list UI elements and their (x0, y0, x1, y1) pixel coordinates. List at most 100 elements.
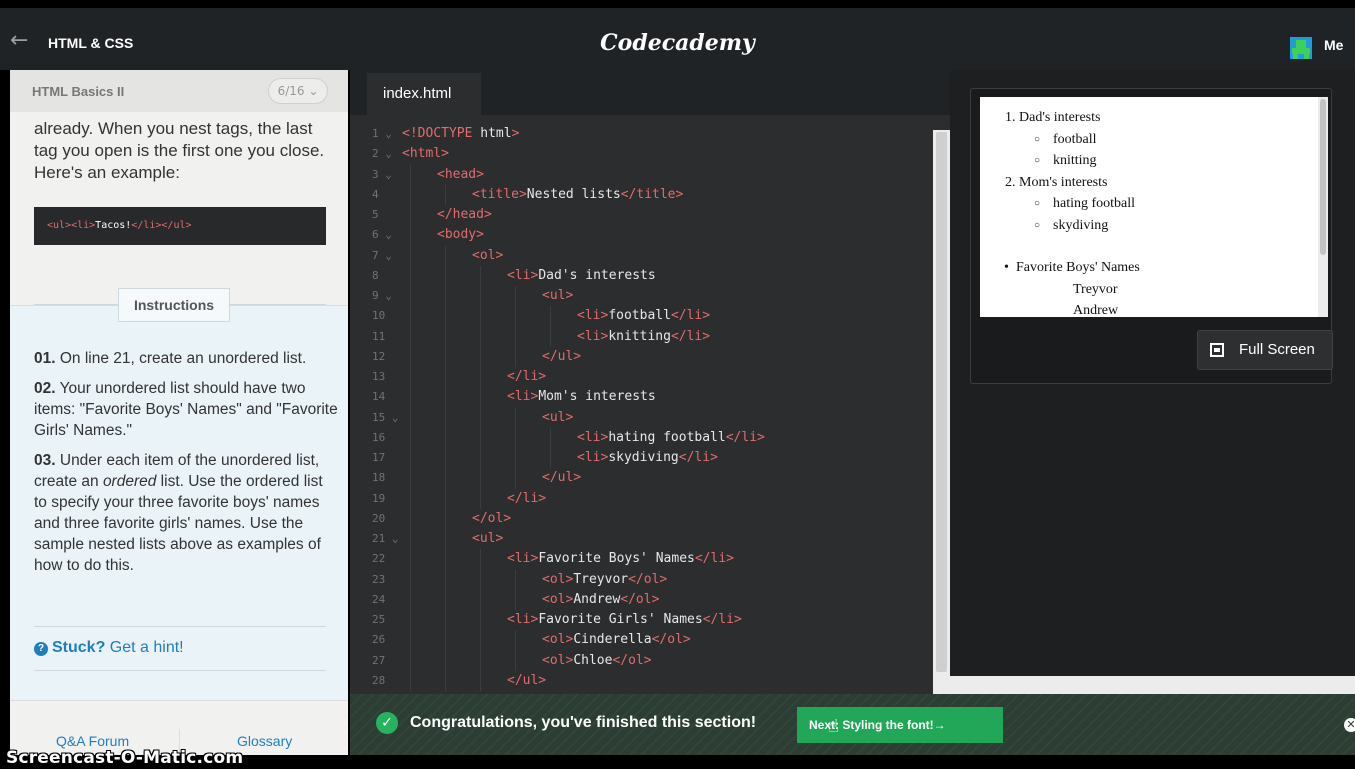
code-line[interactable]: 5 </head> (350, 205, 933, 226)
preview-bottom-strip (933, 676, 1355, 694)
close-icon[interactable]: ✕ (1344, 718, 1355, 732)
code-line[interactable]: 19 </li> (350, 488, 933, 509)
code-line[interactable]: 28 </ul> (350, 670, 933, 691)
code-line[interactable]: 2 ⌄ <html> (350, 144, 933, 164)
code-tag: <ol> (542, 632, 574, 648)
code-line[interactable]: 18 </ul> (350, 468, 933, 489)
step-1: 01. On line 21, create an unordered list… (34, 348, 339, 369)
code-line[interactable]: 7 ⌄ <ol> (350, 245, 933, 266)
step-1-number: 01. (34, 350, 56, 367)
code-line[interactable]: 27 <ol>Chloe</ol> (350, 650, 933, 671)
list-item: 2. Mom's interests (1005, 172, 1135, 194)
code-line[interactable]: 17 <li>skydiving</li> (350, 448, 933, 469)
indent-guide (480, 286, 481, 307)
code-tag: </ol> (612, 652, 652, 668)
step-3-emphasis: ordered (102, 473, 157, 490)
code-line[interactable]: 26 <ol>Cinderella</ol> (350, 630, 933, 651)
code-line[interactable]: 23 <ol>Treyvor</ol> (350, 569, 933, 590)
code-line[interactable]: 15 ⌄ <ul> (350, 407, 933, 428)
step-2: 02. Your unordered list should have two … (34, 378, 339, 441)
editor-scrollbar[interactable] (933, 130, 950, 694)
line-number: 7 ⌄ (372, 248, 392, 262)
indent-guide (515, 589, 516, 610)
code-content: football (608, 308, 671, 324)
indent-guide (410, 326, 411, 347)
code-content: Dad's interests (538, 267, 656, 283)
line-number: 18 (372, 471, 386, 485)
code-line[interactable]: 1 ⌄ <!DOCTYPE html> (350, 124, 933, 144)
code-text: <!DOCTYPE html> (402, 124, 519, 144)
list-text: skydiving (1053, 217, 1109, 233)
indent-guide (410, 508, 411, 529)
full-screen-button[interactable]: Full Screen (1197, 330, 1333, 370)
code-line[interactable]: 16 <li>hating football</li> (350, 427, 933, 448)
full-screen-label: Full Screen (1239, 341, 1315, 358)
glossary-link[interactable]: Glossary (237, 733, 292, 749)
qa-forum-link[interactable]: Q&A Forum (56, 733, 129, 749)
hint-divider-top (34, 626, 326, 627)
user-menu-label[interactable]: Me (1324, 37, 1343, 53)
indent-guide (410, 164, 411, 185)
code-content: skydiving (608, 450, 679, 465)
indent-guide (410, 225, 411, 246)
indent-guide (445, 265, 446, 286)
hint-link[interactable]: ? Stuck? Get a hint! (34, 639, 184, 657)
code-line[interactable]: 8 <li>Dad's interests (350, 265, 933, 286)
code-line[interactable]: 14 <li>Mom's interests (350, 387, 933, 408)
indent-guide (480, 306, 481, 327)
code-line[interactable]: 13 </li> (350, 367, 933, 388)
code-line[interactable]: 3 ⌄ <head> (350, 164, 933, 185)
indent-guide (445, 610, 446, 631)
list-text: Dad's interests (1019, 110, 1101, 125)
line-number: 14 (372, 390, 386, 404)
code-editor: index.html 1 ⌄ <!DOCTYPE html> 2 ⌄ <html> 3 … (350, 70, 950, 694)
codecademy-logo[interactable]: Codecademy (0, 30, 1355, 56)
code-text: <li>Favorite Girls' Names</li> (507, 610, 742, 630)
code-line[interactable]: 21 ⌄ <ul> (350, 529, 933, 550)
step-2-number: 02. (34, 380, 56, 397)
indent-guide (410, 205, 411, 226)
indent-guide (480, 265, 481, 286)
instructions-tab[interactable]: Instructions (118, 288, 230, 322)
code-line[interactable]: 4 <title>Nested lists</title> (350, 184, 933, 205)
user-avatar-icon[interactable] (1290, 37, 1312, 59)
progress-dropdown[interactable]: 6/16 ⌄ (268, 78, 328, 104)
code-tag: </ol> (472, 510, 512, 526)
indent-guide (550, 427, 551, 448)
code-text: <ol>Cinderella</ol> (542, 630, 691, 650)
tab-index-html[interactable]: index.html (367, 73, 481, 115)
code-area[interactable]: 1 ⌄ <!DOCTYPE html> 2 ⌄ <html> 3 ⌄ <head> 4 <ti… (350, 124, 933, 691)
code-line[interactable]: 24 <ol>Andrew</ol> (350, 589, 933, 610)
name-item: Treyvor (1073, 281, 1118, 297)
code-line[interactable]: 9 ⌄ <ul> (350, 286, 933, 307)
line-number: 6 ⌄ (372, 228, 392, 242)
code-text: <li>Dad's interests (507, 266, 656, 286)
indent-guide (445, 549, 446, 570)
success-bar: ✓ Congratulations, you've finished this … (350, 694, 1355, 755)
code-text: <li>Mom's interests (507, 387, 656, 407)
code-line[interactable]: 20 </ol> (350, 508, 933, 529)
line-number: 22 (372, 552, 386, 566)
code-tag: <html> (402, 146, 449, 162)
code-tag: </ul> (542, 348, 582, 364)
code-line[interactable]: 10 <li>football</li> (350, 306, 933, 327)
line-number: 27 (372, 653, 386, 667)
code-tag: <li> (577, 308, 609, 324)
code-text: <ul> (542, 286, 573, 306)
indent-guide (480, 346, 481, 367)
indent-guide (480, 427, 481, 448)
code-line[interactable]: 12 </ul> (350, 346, 933, 367)
indent-guide (480, 610, 481, 631)
indent-guide (410, 184, 411, 205)
code-line[interactable]: 25 <li>Favorite Girls' Names</li> (350, 610, 933, 631)
code-line[interactable]: 22 <li>Favorite Boys' Names</li> (350, 549, 933, 570)
preview-scrollbar[interactable] (1318, 97, 1328, 317)
code-content: Treyvor (573, 571, 629, 587)
line-number: 9 ⌄ (372, 289, 392, 302)
code-line[interactable]: 11 <li>knitting</li> (350, 326, 933, 347)
code-tag: > (511, 126, 520, 141)
rendered-output: 1. Dad's interests football knitting 2. … (980, 97, 1328, 317)
indent-guide (480, 326, 481, 347)
code-line[interactable]: 6 ⌄ <body> (350, 225, 933, 246)
code-content: Chloe (573, 652, 613, 668)
